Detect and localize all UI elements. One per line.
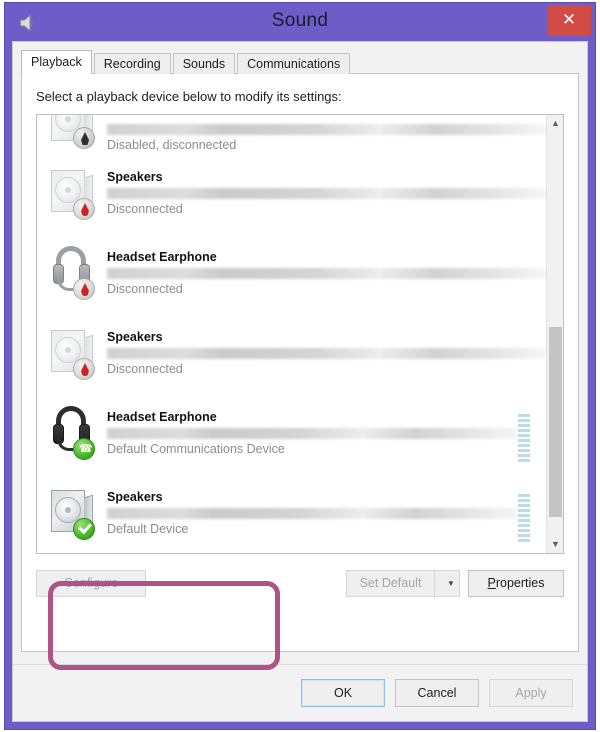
- device-subtitle-redacted: [107, 508, 518, 519]
- device-icon: [45, 242, 101, 304]
- device-status: Disconnected: [107, 362, 183, 376]
- device-status: Default Communications Device: [107, 442, 285, 456]
- properties-label-rest: roperties: [495, 576, 545, 590]
- device-icon: ☎: [45, 402, 101, 464]
- device-icon: [45, 115, 101, 153]
- device-icon: [45, 162, 101, 224]
- scroll-down-icon[interactable]: ▼: [547, 536, 563, 553]
- close-icon[interactable]: ✕: [547, 5, 591, 35]
- device-name: Speakers: [107, 490, 163, 504]
- device-subtitle-redacted: [107, 188, 546, 199]
- disconnected-badge: [73, 358, 95, 380]
- device-row-disabled[interactable]: Disabled, disconnected: [37, 115, 546, 153]
- device-icon: [45, 322, 101, 384]
- device-status: Disabled, disconnected: [107, 138, 237, 152]
- device-status: Default Device: [107, 522, 189, 536]
- set-default-button[interactable]: Set Default: [346, 570, 434, 597]
- sound-dialog-window: Sound ✕ Playback Recording Sounds Commun…: [4, 2, 596, 730]
- apply-button[interactable]: Apply: [489, 679, 573, 707]
- device-row-speakers-default[interactable]: Speakers Default Device: [37, 473, 546, 553]
- default-device-badge: [73, 518, 95, 540]
- instruction-text: Select a playback device below to modify…: [36, 89, 342, 104]
- scroll-up-icon[interactable]: ▲: [547, 115, 563, 132]
- device-status: Disconnected: [107, 282, 183, 296]
- tab-sounds[interactable]: Sounds: [172, 53, 236, 74]
- properties-mnemonic: P: [487, 576, 496, 590]
- volume-meter: [518, 484, 530, 542]
- playback-device-list[interactable]: Disabled, disconnected Speakers Disconne…: [36, 114, 564, 554]
- tab-communications[interactable]: Communications: [237, 53, 351, 74]
- device-row-headset-disconnected-1[interactable]: Headset Earphone Disconnected: [37, 233, 546, 313]
- device-subtitle-redacted: [107, 268, 546, 279]
- device-icon: [45, 482, 101, 544]
- disconnected-badge: [73, 278, 95, 300]
- configure-button[interactable]: Configure: [36, 570, 146, 597]
- tab-playback-label: Playback: [31, 55, 82, 69]
- title-bar[interactable]: Sound ✕: [5, 3, 595, 41]
- checkmark-icon: [78, 519, 92, 535]
- device-list-items: Disabled, disconnected Speakers Disconne…: [37, 115, 546, 553]
- device-text: Disabled, disconnected: [101, 121, 546, 153]
- device-subtitle-redacted: [107, 348, 546, 359]
- tab-recording[interactable]: Recording: [93, 53, 171, 74]
- device-row-speakers-disconnected-1[interactable]: Speakers Disconnected: [37, 153, 546, 233]
- device-text: Speakers Disconnected: [101, 329, 546, 377]
- device-name: Headset Earphone: [107, 250, 217, 264]
- tab-sounds-label: Sounds: [182, 57, 226, 71]
- device-name: Speakers: [107, 330, 163, 344]
- disconnected-badge: [73, 198, 95, 220]
- tab-communications-label: Communications: [247, 57, 341, 71]
- device-status: Disconnected: [107, 202, 183, 216]
- device-text: Headset Earphone Disconnected: [101, 249, 546, 297]
- device-row-headset-default-comm[interactable]: ☎ Headset Earphone Default Communication…: [37, 393, 546, 473]
- scrollbar-thumb[interactable]: [549, 327, 562, 517]
- phone-icon: ☎: [79, 443, 93, 455]
- page-title: Sound: [271, 10, 329, 31]
- volume-meter: [518, 404, 530, 462]
- device-name: Speakers: [107, 170, 163, 184]
- cancel-button[interactable]: Cancel: [395, 679, 479, 707]
- default-communications-badge: ☎: [73, 438, 95, 460]
- tab-recording-label: Recording: [103, 57, 161, 71]
- device-subtitle-redacted: [107, 428, 518, 439]
- device-text: Headset Earphone Default Communications …: [101, 409, 518, 457]
- properties-button[interactable]: Properties: [468, 570, 564, 597]
- device-list-scrollbar[interactable]: ▲ ▼: [546, 115, 563, 553]
- dialog-footer: OK Cancel Apply: [13, 664, 587, 721]
- tab-strip: Playback Recording Sounds Communications: [21, 50, 587, 74]
- action-button-row: Configure Set Default ▼ Properties: [36, 570, 564, 597]
- device-name: Headset Earphone: [107, 410, 217, 424]
- disabled-badge: [73, 127, 95, 149]
- tab-playback[interactable]: Playback: [21, 50, 92, 74]
- device-text: Speakers Default Device: [101, 489, 518, 537]
- device-row-speakers-disconnected-2[interactable]: Speakers Disconnected: [37, 313, 546, 393]
- ok-button[interactable]: OK: [301, 679, 385, 707]
- device-text: Speakers Disconnected: [101, 169, 546, 217]
- dialog-client-area: Playback Recording Sounds Communications…: [12, 41, 588, 722]
- tab-page-playback: Select a playback device below to modify…: [21, 73, 579, 670]
- device-subtitle-redacted: [107, 124, 546, 135]
- set-default-split-button[interactable]: Set Default ▼: [346, 570, 460, 597]
- chevron-down-icon[interactable]: ▼: [434, 570, 460, 597]
